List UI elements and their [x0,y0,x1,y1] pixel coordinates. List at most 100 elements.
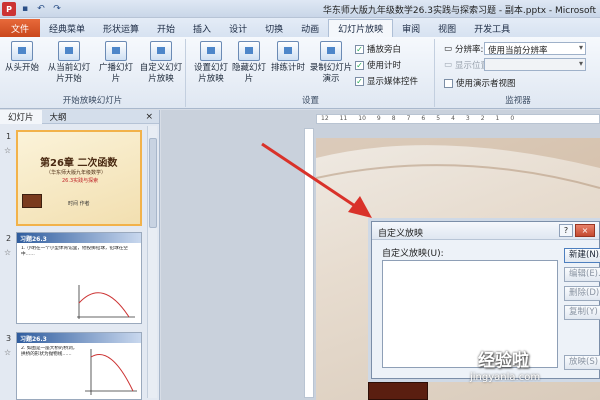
rehearse-timings-button[interactable]: 排练计时 [269,41,307,74]
new-button[interactable]: 新建(N)... [564,248,600,263]
slide-thumbnail-row[interactable]: 2 ☆ 习题26.3 1. 小明在一个小型体育馆里，他投掷铅球，铅球在空中…… [0,232,160,328]
slideshow-start-icon [11,41,33,61]
help-icon[interactable]: ? [559,224,573,237]
slide-thumbnail[interactable]: 习题26.3 2. 如图是一座大桥的桥洞，拱桥的形状为抛物线…… [16,332,142,400]
tab-file[interactable]: 文件 [0,19,40,37]
broadcast-button[interactable]: 广播幻灯片 [96,41,136,85]
monitor-icon: ▭ [444,44,453,54]
custom-shows-label: 自定义放映(U): [382,249,444,259]
quick-access-toolbar: P ▪ ↶ ↷ [2,2,64,16]
slide-footer: 时间 作者 [68,201,90,207]
resolution-row: ▭ 分辨率: [444,43,483,55]
vertical-ruler [304,128,314,398]
undo-icon[interactable]: ↶ [34,2,48,16]
checkbox-icon[interactable]: ✓ [355,44,364,54]
tab-design[interactable]: 设计 [220,19,256,37]
slide-subtitle: （华东师大版九年级数学） [46,170,107,176]
pane-scrollbar[interactable] [147,126,157,398]
slide-thumbnail[interactable]: 第26章 二次函数 （华东师大版九年级数学） 26.3实践与探索 时间 作者 [16,130,142,226]
scrollbar-thumb[interactable] [149,138,157,228]
slide-thumbnail-row[interactable]: 3 ☆ 习题26.3 2. 如图是一座大桥的桥洞，拱桥的形状为抛物线…… [0,332,160,400]
hide-slide-label: 隐藏幻灯片 [231,63,266,84]
hide-slide-icon [238,41,260,61]
checkbox-icon[interactable] [444,78,453,88]
close-icon[interactable]: × [145,112,153,122]
checkbox-icon[interactable]: ✓ [355,76,364,86]
checkbox-icon[interactable]: ✓ [355,60,364,70]
ribbon-tabs: 文件 经典菜单 形状运算 开始 插入 设计 切换 动画 幻灯片放映 审阅 视图 … [0,18,600,37]
watermark-text: 经验啦 [478,351,529,371]
tab-slides[interactable]: 幻灯片 [0,109,42,124]
parabola-graph [85,349,137,395]
show-button[interactable]: 放映(S) [564,355,600,370]
redo-icon[interactable]: ↷ [50,2,64,16]
tab-classic-menu[interactable]: 经典菜单 [40,19,94,37]
book-image [22,194,42,208]
slideshow-current-icon [58,41,80,61]
setup-show-label: 设置幻灯片放映 [193,63,228,84]
tab-outline[interactable]: 大纲 [42,110,75,124]
edit-button[interactable]: 编辑(E)... [564,267,600,282]
delete-button[interactable]: 删除(D) [564,286,600,301]
group-monitors: ▭ 分辨率: 使用当前分辨率 ▭ 显示位置: 使用演示者视图 监视器 [436,39,600,107]
tab-developer[interactable]: 开发工具 [465,19,519,37]
from-beginning-button[interactable]: 从头开始 [0,41,44,74]
tab-shape-ops[interactable]: 形状运算 [94,19,148,37]
from-current-label: 从当前幻灯片开始 [47,63,91,84]
slides-pane: 幻灯片 大纲 × 1 ☆ 第26章 二次函数 （华东师大版九年级数学） 26.3… [0,109,160,400]
slide-text: 1. 小明在一个小型体育馆里，他投掷铅球，铅球在空中…… [21,246,128,257]
group-start-slideshow: 从头开始 从当前幻灯片开始 广播幻灯片 自定义幻灯片放映 开始放映幻灯片 [0,39,186,107]
custom-show-label: 自定义幻灯片放映 [139,63,183,84]
pane-tabs: 幻灯片 大纲 × [0,109,159,124]
parabola-graph [77,285,135,319]
from-beginning-label: 从头开始 [4,63,39,73]
setup-show-button[interactable]: 设置幻灯片放映 [191,41,231,85]
record-show-button[interactable]: 录制幻灯片演示 [309,41,353,85]
custom-shows-list[interactable] [382,260,558,368]
hide-slide-button[interactable]: 隐藏幻灯片 [231,41,267,85]
slide-text: 2. 如图是一座大桥的桥洞，拱桥的形状为抛物线…… [21,346,78,357]
group-setup: 设置幻灯片放映 隐藏幻灯片 排练计时 录制幻灯片演示 ✓ 播放旁白 ✓ 使用计时… [187,39,435,107]
close-icon[interactable]: × [575,224,595,237]
use-timings-check[interactable]: ✓ 使用计时 [355,59,401,71]
group-start-label: 开始放映幻灯片 [62,96,123,106]
tab-home[interactable]: 开始 [148,19,184,37]
use-timings-label: 使用计时 [367,61,402,71]
tab-animations[interactable]: 动画 [292,19,328,37]
play-narration-label: 播放旁白 [367,45,402,55]
tab-view[interactable]: 视图 [429,19,465,37]
show-media-controls-label: 显示媒体控件 [367,77,419,87]
save-icon[interactable]: ▪ [18,2,32,16]
presenter-view-check[interactable]: 使用演示者视图 [444,77,516,89]
custom-show-button[interactable]: 自定义幻灯片放映 [138,41,184,85]
show-media-controls-check[interactable]: ✓ 显示媒体控件 [355,75,418,87]
horizontal-ruler: 12 11 10 9 8 7 6 5 4 3 2 1 0 [316,114,600,124]
resolution-label: 分辨率: [455,45,484,55]
show-on-select[interactable] [484,58,586,71]
tab-review[interactable]: 审阅 [393,19,429,37]
animation-star-icon: ☆ [4,146,12,155]
group-setup-label: 设置 [301,96,319,106]
broadcast-icon [105,41,127,61]
resolution-select[interactable]: 使用当前分辨率 [484,42,586,55]
play-narration-check[interactable]: ✓ 播放旁白 [355,43,401,55]
slide-thumbnail-row[interactable]: 1 ☆ 第26章 二次函数 （华东师大版九年级数学） 26.3实践与探索 时间 … [0,130,160,230]
tab-slideshow[interactable]: 幻灯片放映 [328,19,394,37]
book-image [368,382,428,400]
tab-transitions[interactable]: 切换 [256,19,292,37]
from-current-button[interactable]: 从当前幻灯片开始 [44,41,94,85]
rehearse-timings-label: 排练计时 [270,63,305,73]
rehearse-timings-icon [277,41,299,61]
title-bar: P ▪ ↶ ↷ 华东师大版九年级数学26.3实践与探索习题 - 副本.pptx … [0,0,600,18]
copy-button[interactable]: 复制(Y) [564,305,600,320]
record-show-label: 录制幻灯片演示 [309,63,353,84]
slide-number: 3 [6,334,12,343]
record-show-icon [320,41,342,61]
animation-star-icon: ☆ [4,348,12,357]
powerpoint-app-icon[interactable]: P [2,2,16,16]
slide-title: 习题26.3 [20,336,47,343]
slide-number: 1 [6,132,12,141]
monitor-icon: ▭ [444,60,453,70]
slide-thumbnail[interactable]: 习题26.3 1. 小明在一个小型体育馆里，他投掷铅球，铅球在空中…… [16,232,142,324]
tab-insert[interactable]: 插入 [184,19,220,37]
